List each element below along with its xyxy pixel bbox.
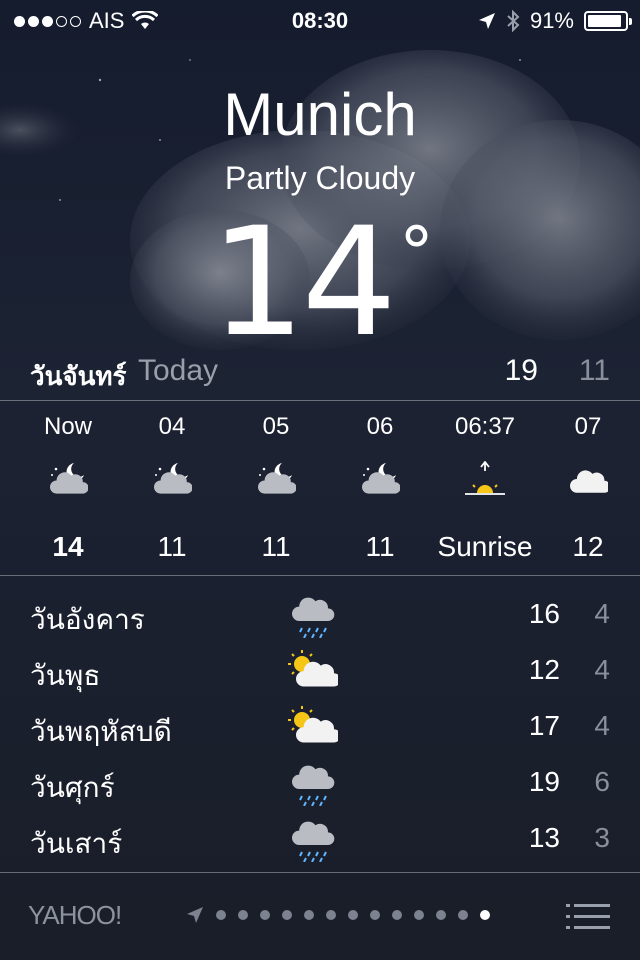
daily-row: วันพุธ 12 4	[30, 642, 610, 698]
page-dot[interactable]	[260, 910, 270, 920]
page-dot[interactable]	[436, 910, 446, 920]
sunrise-icon	[465, 460, 505, 495]
page-dot[interactable]	[348, 910, 358, 920]
bottom-toolbar: YAHOO!	[0, 873, 640, 960]
daily-icon	[288, 594, 338, 639]
daily-low: 4	[594, 710, 610, 741]
daily-row: วันศุกร์ 19 6	[30, 754, 610, 810]
rain-icon	[292, 821, 335, 863]
daily-row: วันอังคาร 16 4	[30, 586, 610, 642]
hourly-time: 05	[262, 413, 290, 440]
location-services-icon	[478, 13, 495, 29]
hourly-icon	[360, 461, 401, 497]
battery-icon	[584, 11, 632, 31]
daily-low: 4	[594, 654, 610, 685]
hourly-forecast[interactable]: Now 14 04 11 05 11 06 11 06:37 Sunrise 0…	[0, 401, 640, 575]
daily-forecast: วันอังคาร 16 4 วันพุธ 12 4 วันพฤหัสบดี 1…	[30, 586, 610, 866]
daily-low: 3	[594, 822, 610, 853]
daily-day-name: วันพฤหัสบดี	[30, 716, 172, 747]
page-dot[interactable]	[370, 910, 380, 920]
today-label: Today	[138, 354, 219, 387]
daily-low: 6	[594, 766, 610, 797]
daily-high: 17	[528, 710, 560, 741]
partly-cloudy-night-icon	[154, 463, 193, 494]
page-dot[interactable]	[304, 910, 314, 920]
hourly-time: 04	[158, 413, 186, 440]
page-dot[interactable]	[326, 910, 336, 920]
partly-sunny-icon	[288, 650, 341, 687]
today-day-name: วันจันทร์	[30, 361, 127, 391]
daily-low: 4	[594, 598, 610, 629]
partly-sunny-icon	[288, 706, 341, 743]
page-dot[interactable]	[238, 910, 248, 920]
today-low: 11	[578, 354, 610, 387]
daily-day-name: วันเสาร์	[30, 828, 123, 859]
rain-icon	[292, 765, 335, 807]
page-dot[interactable]	[414, 910, 424, 920]
daily-icon	[288, 818, 338, 863]
divider	[0, 575, 640, 576]
daily-icon	[288, 706, 341, 750]
location-arrow-icon	[187, 907, 203, 923]
page-dot[interactable]	[392, 910, 402, 920]
hourly-temperature: 14	[52, 531, 84, 562]
hourly-temperature: 11	[365, 531, 395, 562]
battery-percent: 91%	[529, 8, 574, 33]
hourly-temperature: 11	[261, 531, 291, 562]
hourly-icon	[48, 461, 89, 497]
status-right: 91%	[478, 8, 632, 34]
hourly-time: Now	[43, 413, 92, 440]
yahoo-logo[interactable]: YAHOO!	[28, 900, 122, 931]
partly-cloudy-night-icon	[258, 463, 297, 494]
daily-high: 19	[528, 766, 560, 797]
hourly-temperature: 12	[572, 531, 604, 562]
cloudy-icon	[570, 470, 611, 493]
weather-condition: Partly Cloudy	[224, 160, 416, 196]
hourly-icon	[152, 461, 193, 497]
degree-symbol: °	[398, 212, 434, 294]
status-bar: AIS 08:30 91%	[0, 0, 640, 40]
page-indicator[interactable]	[186, 906, 490, 924]
hourly-time: 06:37	[454, 413, 516, 440]
rain-icon	[292, 597, 335, 639]
city-name: Munich	[223, 81, 417, 148]
daily-high: 13	[528, 822, 560, 853]
current-temperature: 14°	[0, 196, 640, 370]
list-icon[interactable]	[566, 903, 610, 931]
page-dot[interactable]	[458, 910, 468, 920]
hourly-time: 07	[574, 413, 602, 440]
hourly-time: 06	[366, 413, 394, 440]
hourly-icon	[568, 461, 611, 497]
hourly-icon	[465, 460, 505, 497]
daily-row: วันเสาร์ 13 3	[30, 810, 610, 866]
today-summary: วันจันทร์ Today 19 11	[30, 352, 610, 392]
daily-high: 12	[528, 654, 560, 685]
bluetooth-icon	[507, 10, 520, 32]
hourly-icon	[256, 461, 297, 497]
daily-row: วันพฤหัสบดี 17 4	[30, 698, 610, 754]
daily-day-name: วันอังคาร	[30, 604, 145, 635]
hourly-temperature: Sunrise	[437, 531, 533, 562]
page-dot[interactable]	[216, 910, 226, 920]
page-dot[interactable]	[282, 910, 292, 920]
page-dot[interactable]	[480, 910, 490, 920]
daily-high: 16	[528, 598, 560, 629]
battery-fill	[588, 15, 621, 27]
daily-icon	[288, 762, 338, 807]
today-high: 19	[504, 354, 538, 387]
daily-day-name: วันพุธ	[30, 660, 101, 691]
hourly-temperature: 11	[157, 531, 187, 562]
daily-icon	[288, 650, 341, 694]
partly-cloudy-night-icon	[362, 463, 401, 494]
partly-cloudy-night-icon	[50, 463, 89, 494]
daily-day-name: วันศุกร์	[30, 772, 115, 803]
temperature-value: 14	[210, 196, 397, 370]
